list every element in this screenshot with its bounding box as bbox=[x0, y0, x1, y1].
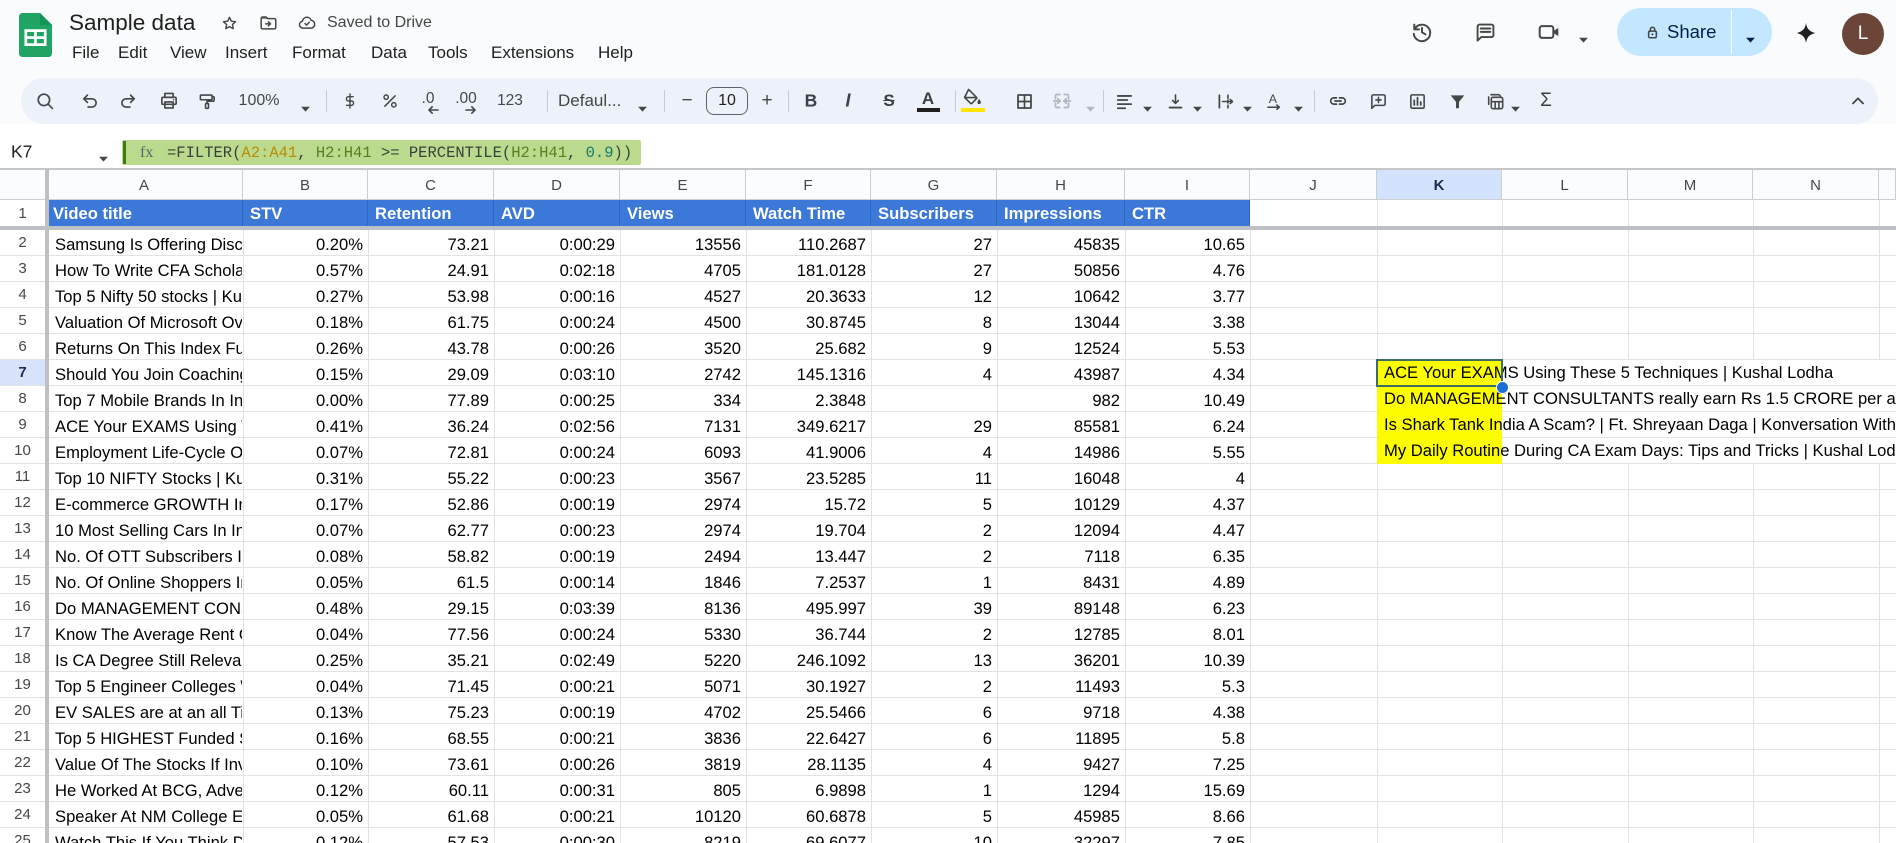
svg-text:A: A bbox=[1269, 92, 1278, 106]
